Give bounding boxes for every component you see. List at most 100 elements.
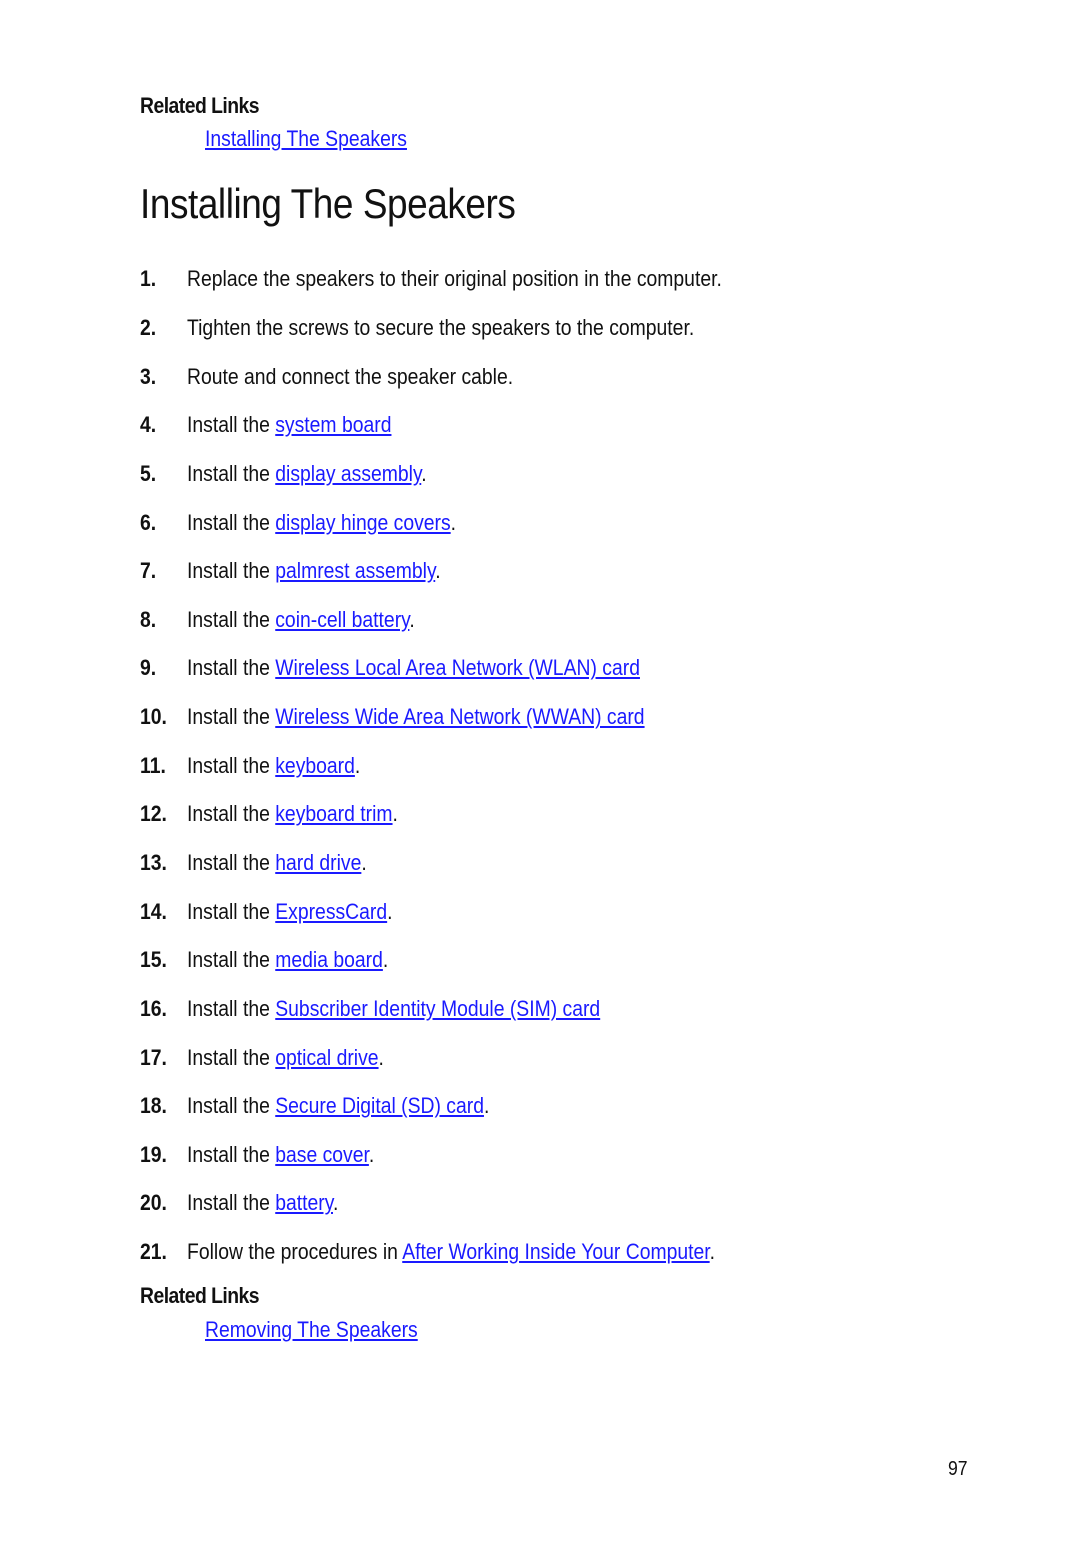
step-number: 10. bbox=[140, 704, 167, 730]
step-link[interactable]: ExpressCard bbox=[275, 899, 387, 924]
step-text: Install the Secure Digital (SD) card. bbox=[187, 1093, 489, 1119]
step-text: Install the palmrest assembly. bbox=[187, 558, 441, 584]
step-number: 2. bbox=[140, 314, 157, 340]
step-item: 12. Install the keyboard trim. bbox=[140, 790, 795, 839]
step-text: Install the keyboard. bbox=[187, 753, 360, 779]
step-item: 11. Install the keyboard. bbox=[140, 741, 795, 790]
step-text: Install the optical drive. bbox=[187, 1045, 384, 1071]
step-text: Install the Wireless Local Area Network … bbox=[187, 655, 640, 681]
step-link[interactable]: optical drive bbox=[275, 1045, 378, 1070]
step-instruction: Install the bbox=[187, 1044, 276, 1070]
step-text: Follow the procedures in After Working I… bbox=[187, 1239, 715, 1265]
step-link[interactable]: palmrest assembly bbox=[275, 558, 435, 583]
related-links-heading: Related Links bbox=[140, 1283, 260, 1308]
step-instruction: Install the bbox=[187, 752, 276, 778]
step-item: 2. Tighten the screws to secure the speak… bbox=[140, 304, 795, 353]
step-item: 16. Install the Subscriber Identity Modul… bbox=[140, 985, 795, 1034]
step-link[interactable]: base cover bbox=[275, 1142, 369, 1167]
step-link[interactable]: After Working Inside Your Computer bbox=[402, 1239, 709, 1264]
step-text: Install the display hinge covers. bbox=[187, 510, 456, 536]
step-link[interactable]: display assembly bbox=[275, 461, 421, 486]
steps-list: 1. Replace the speakers to their original… bbox=[140, 255, 795, 1276]
step-instruction: Install the bbox=[187, 947, 276, 973]
step-number: 18. bbox=[140, 1093, 167, 1119]
step-link[interactable]: display hinge covers bbox=[275, 510, 450, 535]
step-link[interactable]: Secure Digital (SD) card bbox=[275, 1093, 484, 1118]
step-punctuation: . bbox=[378, 1044, 384, 1070]
step-number: 21. bbox=[140, 1239, 167, 1265]
step-item: 7. Install the palmrest assembly. bbox=[140, 547, 795, 596]
step-punctuation: . bbox=[332, 1190, 339, 1216]
step-number: 4. bbox=[140, 412, 157, 438]
step-text: Install the base cover. bbox=[187, 1142, 374, 1168]
step-instruction: Replace the speakers to their original p… bbox=[187, 266, 722, 292]
step-punctuation: . bbox=[409, 606, 415, 632]
step-text: Install the display assembly. bbox=[187, 461, 427, 487]
related-links-heading: Related Links bbox=[140, 93, 260, 118]
step-instruction: Install the bbox=[187, 995, 276, 1021]
step-text: Install the hard drive. bbox=[187, 850, 367, 876]
step-instruction: Install the bbox=[187, 850, 276, 875]
step-instruction: Route and connect the speaker cable. bbox=[187, 363, 514, 389]
step-text: Tighten the screws to secure the speaker… bbox=[187, 315, 694, 341]
step-number: 5. bbox=[140, 460, 157, 486]
step-number: 3. bbox=[140, 363, 157, 389]
link-installing-the-speakers[interactable]: Installing The Speakers bbox=[205, 126, 407, 152]
step-punctuation: . bbox=[382, 947, 389, 973]
step-item: 20. Install the battery. bbox=[140, 1179, 795, 1228]
step-item: 8. Install the coin-cell battery. bbox=[140, 595, 795, 644]
step-instruction: Install the bbox=[187, 606, 276, 632]
step-item: 9. Install the Wireless Local Area Networ… bbox=[140, 644, 795, 693]
step-instruction: Install the bbox=[187, 1190, 276, 1216]
step-item: 10. Install the Wireless Wide Area Networ… bbox=[140, 693, 795, 742]
step-link[interactable]: coin-cell battery bbox=[275, 607, 409, 632]
step-instruction: Install the bbox=[187, 1093, 276, 1119]
step-link[interactable]: keyboard trim bbox=[275, 801, 392, 826]
page-title: Installing The Speakers bbox=[140, 180, 516, 227]
step-number: 16. bbox=[140, 995, 167, 1021]
step-punctuation: . bbox=[387, 898, 393, 924]
step-punctuation: . bbox=[421, 460, 427, 486]
step-number: 20. bbox=[140, 1190, 167, 1216]
step-link[interactable]: Subscriber Identity Module (SIM) card bbox=[275, 996, 600, 1021]
step-instruction: Install the bbox=[187, 412, 276, 438]
step-instruction: Install the bbox=[187, 704, 276, 730]
step-number: 14. bbox=[140, 898, 167, 924]
step-number: 17. bbox=[140, 1044, 167, 1070]
step-item: 17. Install the optical drive. bbox=[140, 1033, 795, 1082]
step-link[interactable]: keyboard bbox=[275, 753, 355, 778]
step-item: 1. Replace the speakers to their original… bbox=[140, 255, 795, 304]
step-instruction: Install the bbox=[187, 558, 276, 584]
step-item: 5. Install the display assembly. bbox=[140, 450, 795, 499]
step-link[interactable]: Wireless Local Area Network (WLAN) card bbox=[275, 655, 640, 680]
step-text: Install the battery. bbox=[187, 1190, 338, 1216]
step-item: 14. Install the ExpressCard. bbox=[140, 887, 795, 936]
step-link[interactable]: system board bbox=[275, 412, 391, 437]
step-number: 8. bbox=[140, 606, 157, 632]
step-text: Install the keyboard trim. bbox=[187, 801, 398, 827]
step-text: Install the coin-cell battery. bbox=[187, 607, 415, 633]
step-text: Route and connect the speaker cable. bbox=[187, 364, 513, 390]
step-number: 12. bbox=[140, 801, 167, 827]
step-text: Install the media board. bbox=[187, 947, 388, 973]
step-link[interactable]: Wireless Wide Area Network (WWAN) card bbox=[275, 704, 644, 729]
step-number: 11. bbox=[140, 752, 166, 778]
step-punctuation: . bbox=[368, 1141, 375, 1167]
step-item: 18. Install the Secure Digital (SD) card. bbox=[140, 1082, 795, 1131]
step-link[interactable]: media board bbox=[275, 947, 383, 972]
step-punctuation: . bbox=[392, 801, 398, 827]
step-instruction: Follow the procedures in bbox=[187, 1239, 403, 1265]
step-text: Install the ExpressCard. bbox=[187, 899, 393, 925]
step-number: 19. bbox=[140, 1141, 167, 1167]
step-item: 13. Install the hard drive. bbox=[140, 839, 795, 888]
step-punctuation: . bbox=[483, 1093, 490, 1119]
step-punctuation: . bbox=[354, 752, 361, 778]
step-instruction: Install the bbox=[187, 460, 276, 486]
step-link[interactable]: hard drive bbox=[275, 850, 361, 875]
step-number: 7. bbox=[140, 558, 157, 584]
step-link[interactable]: battery bbox=[275, 1190, 333, 1215]
link-removing-the-speakers[interactable]: Removing The Speakers bbox=[205, 1317, 418, 1343]
step-instruction: Install the bbox=[187, 898, 276, 924]
step-punctuation: . bbox=[709, 1239, 716, 1265]
step-item: 4. Install the system board bbox=[140, 401, 795, 450]
